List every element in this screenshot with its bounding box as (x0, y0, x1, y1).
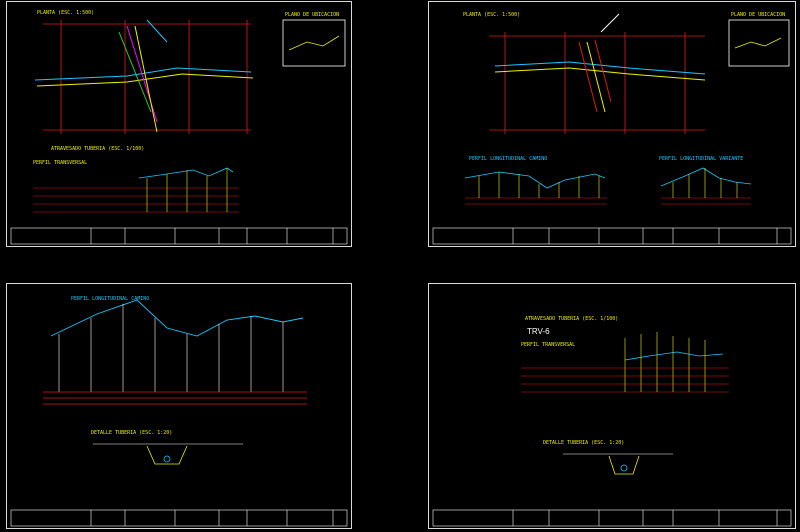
location-map-box (728, 19, 790, 67)
location-map-box (282, 19, 346, 67)
drawing-sheet-3: PERFIL LONGITUDINAL CAMINO DETALLE TUBER… (6, 283, 352, 529)
section-profile (624, 351, 724, 361)
plan-title: PLANTA (ESC. 1:500) (463, 12, 520, 18)
profile-left-title: PERFIL LONGITUDINAL CAMINO (469, 156, 547, 162)
sheet-1-drawing: PLANTA (ESC. 1:500) PLANO DE UBICACION A… (10, 10, 348, 245)
section-title: PERFIL TRANSVERSAL (33, 160, 87, 166)
drawing-sheet-1: PLANTA (ESC. 1:500) PLANO DE UBICACION A… (6, 1, 352, 247)
plan-title: PLANTA (ESC. 1:500) (37, 10, 94, 16)
profile-line (50, 299, 304, 337)
plan-grid (43, 20, 251, 134)
crossing-title: ATRAVESADO TUBERIA (ESC. 1/100) (51, 146, 144, 152)
title-block (432, 227, 792, 245)
section-title: PERFIL TRANSVERSAL (521, 342, 575, 348)
profile-right-line (660, 167, 752, 187)
title-block (10, 227, 348, 245)
sheet-2-drawing: PLANTA (ESC. 1:500) PLANO DE UBICACION P… (432, 12, 792, 245)
profile-left-line (464, 171, 606, 189)
sheet-3-drawing: PERFIL LONGITUDINAL CAMINO DETALLE TUBER… (10, 296, 348, 527)
drawing-sheet-2: PLANTA (ESC. 1:500) PLANO DE UBICACION P… (428, 1, 796, 247)
trench-outline (146, 445, 188, 465)
title-block (432, 509, 792, 527)
crossing-title: ATRAVESADO TUBERIA (ESC. 1/100) (525, 316, 618, 322)
detail-title: DETALLE TUBERIA (ESC. 1:20) (91, 430, 172, 436)
title-block (10, 509, 348, 527)
sheet-4-drawing: ATRAVESADO TUBERIA (ESC. 1/100) TRV-6 PE… (432, 316, 792, 527)
drawing-sheet-4: ATRAVESADO TUBERIA (ESC. 1/100) TRV-6 PE… (428, 283, 796, 529)
pipe-symbol (620, 464, 628, 472)
section-table (33, 187, 239, 213)
road-alignment (34, 19, 254, 133)
detail-title: DETALLE TUBERIA (ESC. 1:20) (543, 440, 624, 446)
section-profile (138, 167, 234, 179)
location-title: PLANO DE UBICACION (731, 12, 785, 18)
profile-table (43, 391, 307, 405)
profile-right-title: PERFIL LONGITUDINAL VARIANTE (659, 156, 743, 162)
road-alignment (494, 13, 706, 113)
location-title: PLANO DE UBICACION (285, 12, 339, 18)
trv-label: TRV-6 (527, 327, 550, 336)
pipe-symbol (163, 455, 171, 463)
